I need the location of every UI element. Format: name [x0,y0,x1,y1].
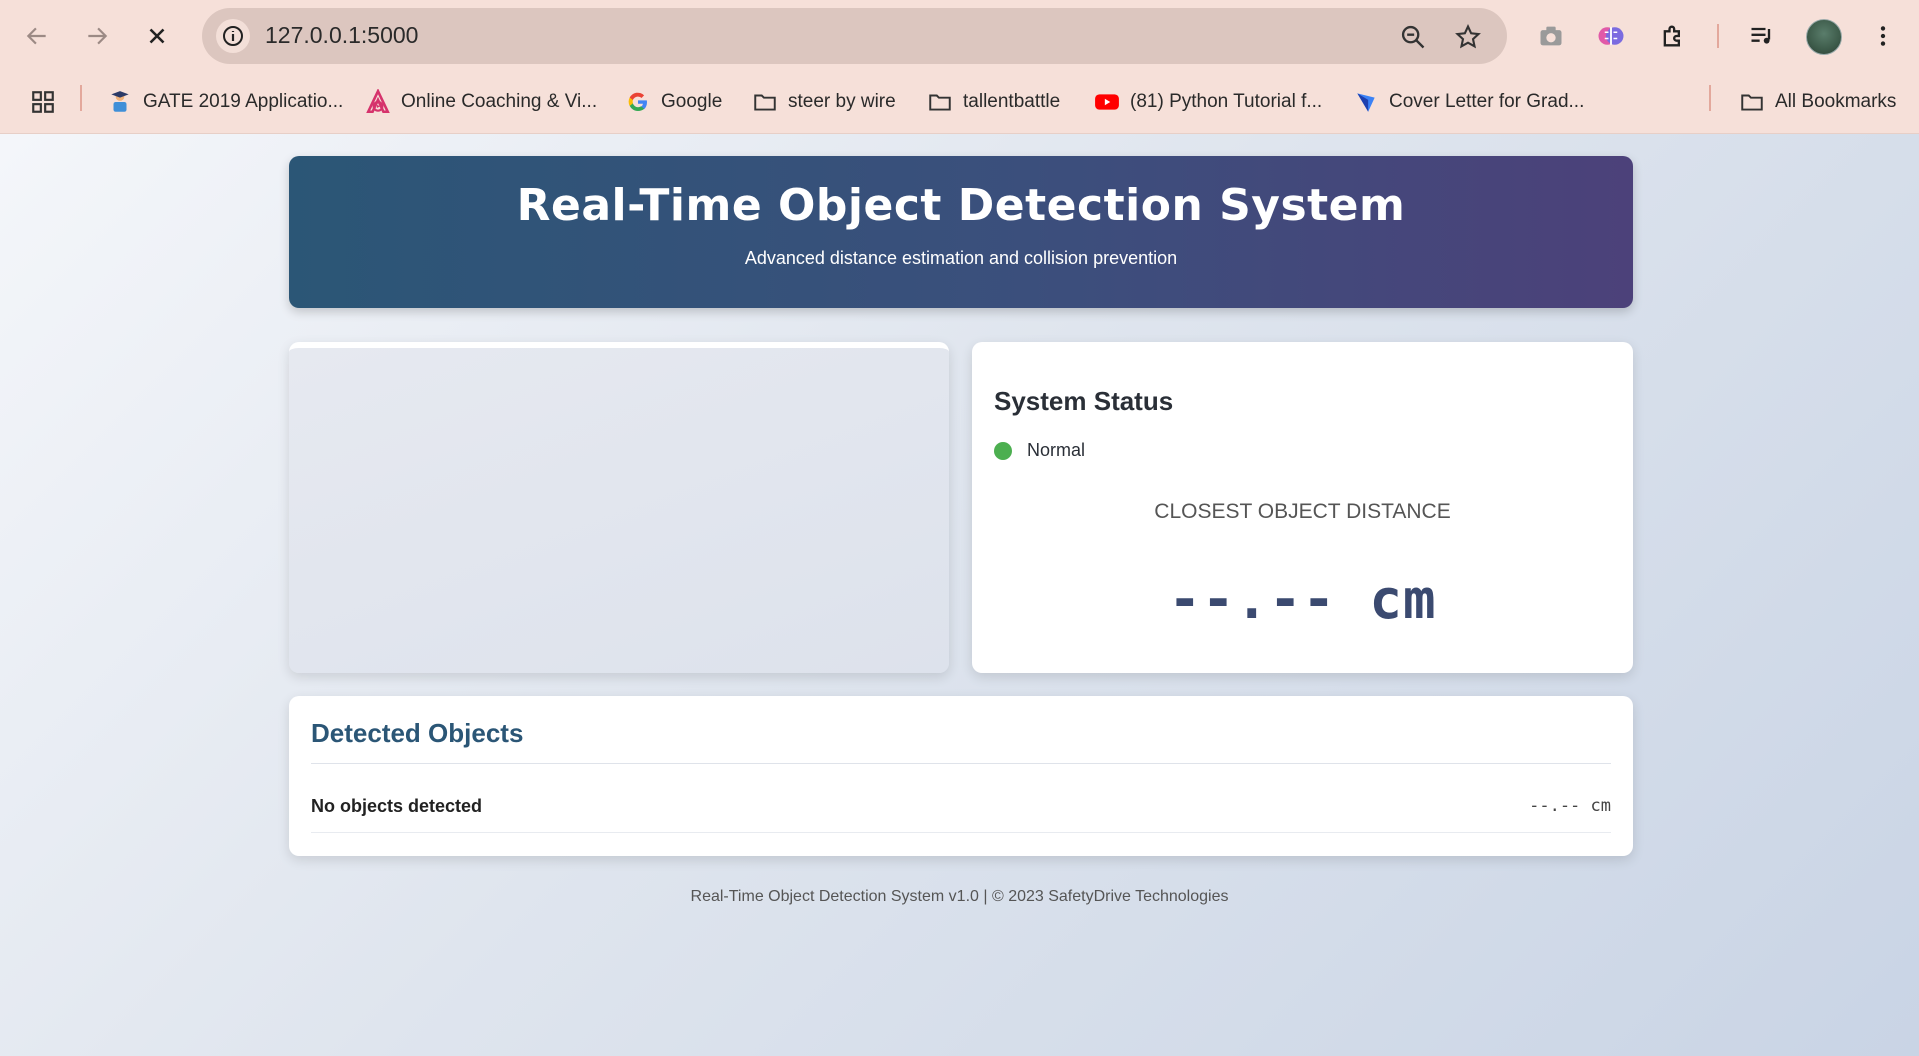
status-text: Normal [1027,440,1086,460]
divider [311,832,1611,833]
browser-toolbar: 127.0.0.1:5000 [0,0,1919,72]
profile-avatar[interactable] [1806,19,1842,55]
gate-icon [107,89,133,115]
forward-icon [88,27,108,45]
youtube-icon [1094,89,1120,115]
apps-button[interactable] [30,87,56,117]
closest-distance-label: CLOSEST OBJECT DISTANCE [1154,500,1451,523]
folder-icon [752,89,778,115]
site-info-icon[interactable] [216,19,250,53]
bookmark-label: (81) Python Tutorial f... [1130,91,1323,112]
object-distance: --.-- cm [1529,796,1611,816]
page-footer: Real-Time Object Detection System v1.0 |… [690,888,1229,905]
coaching-icon [365,89,391,115]
detected-objects-title: Detected Objects [311,718,524,748]
bookmark-google[interactable]: Google [625,87,722,117]
bookmark-label: tallentbattle [963,91,1061,112]
closest-distance-value: --.-- cm [1168,568,1437,631]
bookmark-separator [1709,85,1711,111]
star-icon[interactable] [1454,23,1482,51]
address-bar[interactable]: 127.0.0.1:5000 [202,8,1507,64]
system-status-panel: System Status Normal CLOSEST OBJECT DIST… [972,342,1633,673]
status-indicator-dot [994,442,1012,460]
apps-grid-icon [30,89,56,115]
brain-extension-icon[interactable] [1594,19,1628,53]
divider [311,763,1611,764]
all-bookmarks-button[interactable]: All Bookmarks [1739,87,1896,117]
bookmark-label: Google [661,91,723,112]
bookmark-label: Online Coaching & Vi... [401,91,598,112]
bookmark-steer-by-wire[interactable]: steer by wire [752,87,896,117]
page-title: Real-Time Object Detection System [516,180,1406,231]
bookmark-python-tutorial[interactable]: (81) Python Tutorial f... [1094,87,1322,117]
bookmark-label: steer by wire [788,91,896,112]
all-bookmarks-label: All Bookmarks [1775,91,1897,112]
bookmark-label: Cover Letter for Grad... [1389,91,1585,112]
bookmark-tallentbattle[interactable]: tallentbattle [927,87,1060,117]
forward-button[interactable] [78,17,116,55]
bookmark-gate[interactable]: GATE 2019 Applicatio... [107,87,343,117]
url-text[interactable]: 127.0.0.1:5000 [265,22,418,49]
status-title: System Status [994,386,1174,416]
object-name: No objects detected [311,796,483,816]
video-feed-panel [289,342,949,673]
bookmarks-bar: GATE 2019 Applicatio... Online Coaching … [0,72,1919,134]
media-icon[interactable] [1745,19,1779,53]
cover-letter-icon [1353,89,1379,115]
page-header: Real-Time Object Detection System Advanc… [289,156,1633,308]
toolbar-separator [1717,24,1719,48]
page-subtitle: Advanced distance estimation and collisi… [744,248,1178,268]
bookmark-cover-letter[interactable]: Cover Letter for Grad... [1353,87,1584,117]
menu-icon[interactable] [1866,19,1900,53]
bookmark-label: GATE 2019 Applicatio... [143,91,344,112]
back-icon [26,27,46,45]
folder-icon [927,89,953,115]
zoom-icon[interactable] [1399,23,1427,51]
extensions-icon[interactable] [1656,19,1690,53]
back-button[interactable] [18,17,56,55]
folder-icon [1739,89,1765,115]
stop-loading-button[interactable] [138,17,176,55]
page-viewport: Real-Time Object Detection System Advanc… [0,134,1919,1056]
bookmark-separator [80,85,82,111]
google-icon [625,89,651,115]
detected-objects-panel: Detected Objects No objects detected --.… [289,696,1633,856]
camera-icon[interactable] [1534,19,1568,53]
stop-icon [149,28,165,44]
bookmark-online-coaching[interactable]: Online Coaching & Vi... [365,87,597,117]
